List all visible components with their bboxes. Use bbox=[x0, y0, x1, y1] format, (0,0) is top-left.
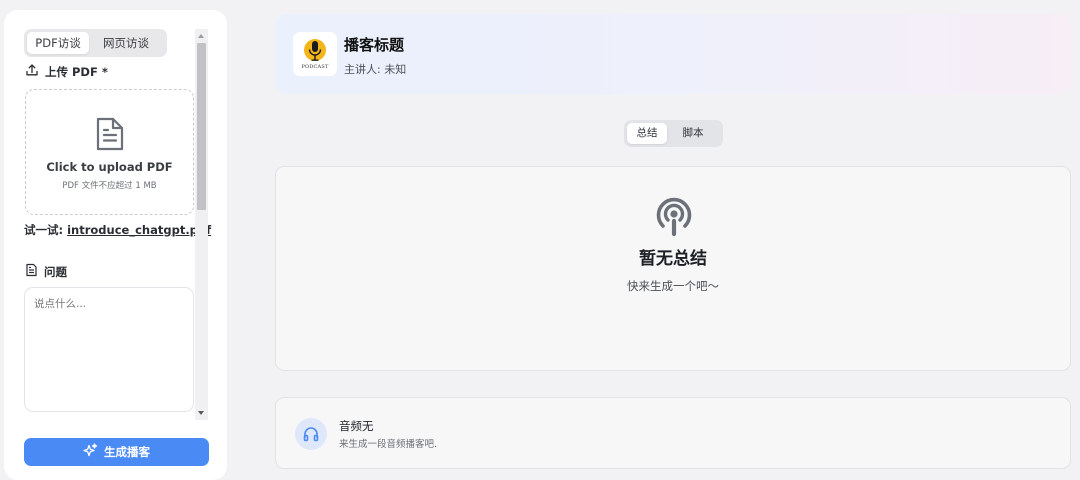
audio-subtitle: 来生成一段音频播客吧. bbox=[339, 439, 438, 450]
example-pdf-link[interactable]: introduce_chatgpt.pdf bbox=[67, 223, 211, 237]
sparkle-icon bbox=[83, 443, 98, 461]
podcast-title: 播客标题 bbox=[344, 36, 405, 54]
upload-pdf-label-text: 上传 PDF * bbox=[45, 64, 108, 79]
scroll-up-arrow-icon[interactable] bbox=[198, 34, 204, 38]
question-input[interactable] bbox=[24, 287, 194, 412]
upload-size-hint: PDF 文件不应超过 1 MB bbox=[62, 181, 157, 191]
summary-empty-subtitle: 快来生成一个吧～ bbox=[627, 279, 719, 293]
left-panel-scrollbar[interactable] bbox=[195, 29, 208, 420]
document-icon bbox=[94, 116, 126, 156]
podcast-logo: PODCAST bbox=[293, 32, 337, 76]
question-doc-icon bbox=[25, 263, 38, 280]
scrollbar-thumb[interactable] bbox=[197, 43, 206, 210]
tab-web-interview[interactable]: 网页访谈 bbox=[91, 32, 161, 54]
content-view-toggle: 总结 脚本 bbox=[624, 120, 723, 147]
generate-podcast-label: 生成播客 bbox=[104, 445, 150, 459]
podcast-host: 主讲人: 未知 bbox=[344, 63, 407, 76]
audio-title: 音频无 bbox=[339, 419, 374, 433]
source-tab-group: PDF访谈 网页访谈 bbox=[24, 29, 167, 57]
podcast-logo-text: PODCAST bbox=[301, 64, 329, 70]
try-example-line: 试一试: introduce_chatgpt.pdf bbox=[24, 222, 211, 238]
summary-card: 暂无总结 快来生成一个吧～ bbox=[275, 166, 1071, 371]
podcast-header-card: PODCAST 播客标题 主讲人: 未知 bbox=[275, 14, 1071, 94]
question-label: 问题 bbox=[25, 263, 67, 280]
headphones-icon bbox=[295, 418, 327, 450]
upload-icon bbox=[25, 63, 39, 80]
summary-empty-title: 暂无总结 bbox=[639, 249, 707, 269]
upload-pdf-label: 上传 PDF * bbox=[25, 63, 108, 80]
scroll-down-arrow-icon[interactable] bbox=[198, 411, 204, 415]
audio-card: 音频无 来生成一段音频播客吧. bbox=[275, 397, 1071, 469]
try-prefix: 试一试: bbox=[24, 223, 64, 237]
pdf-upload-dropzone[interactable]: Click to upload PDF PDF 文件不应超过 1 MB bbox=[25, 89, 194, 215]
tab-summary[interactable]: 总结 bbox=[627, 123, 667, 144]
generate-podcast-button[interactable]: 生成播客 bbox=[24, 438, 209, 466]
tab-script[interactable]: 脚本 bbox=[667, 123, 719, 144]
question-label-text: 问题 bbox=[44, 264, 67, 279]
podcast-broadcast-icon bbox=[652, 193, 696, 243]
upload-title: Click to upload PDF bbox=[46, 160, 173, 174]
tab-pdf-interview[interactable]: PDF访谈 bbox=[27, 32, 89, 54]
